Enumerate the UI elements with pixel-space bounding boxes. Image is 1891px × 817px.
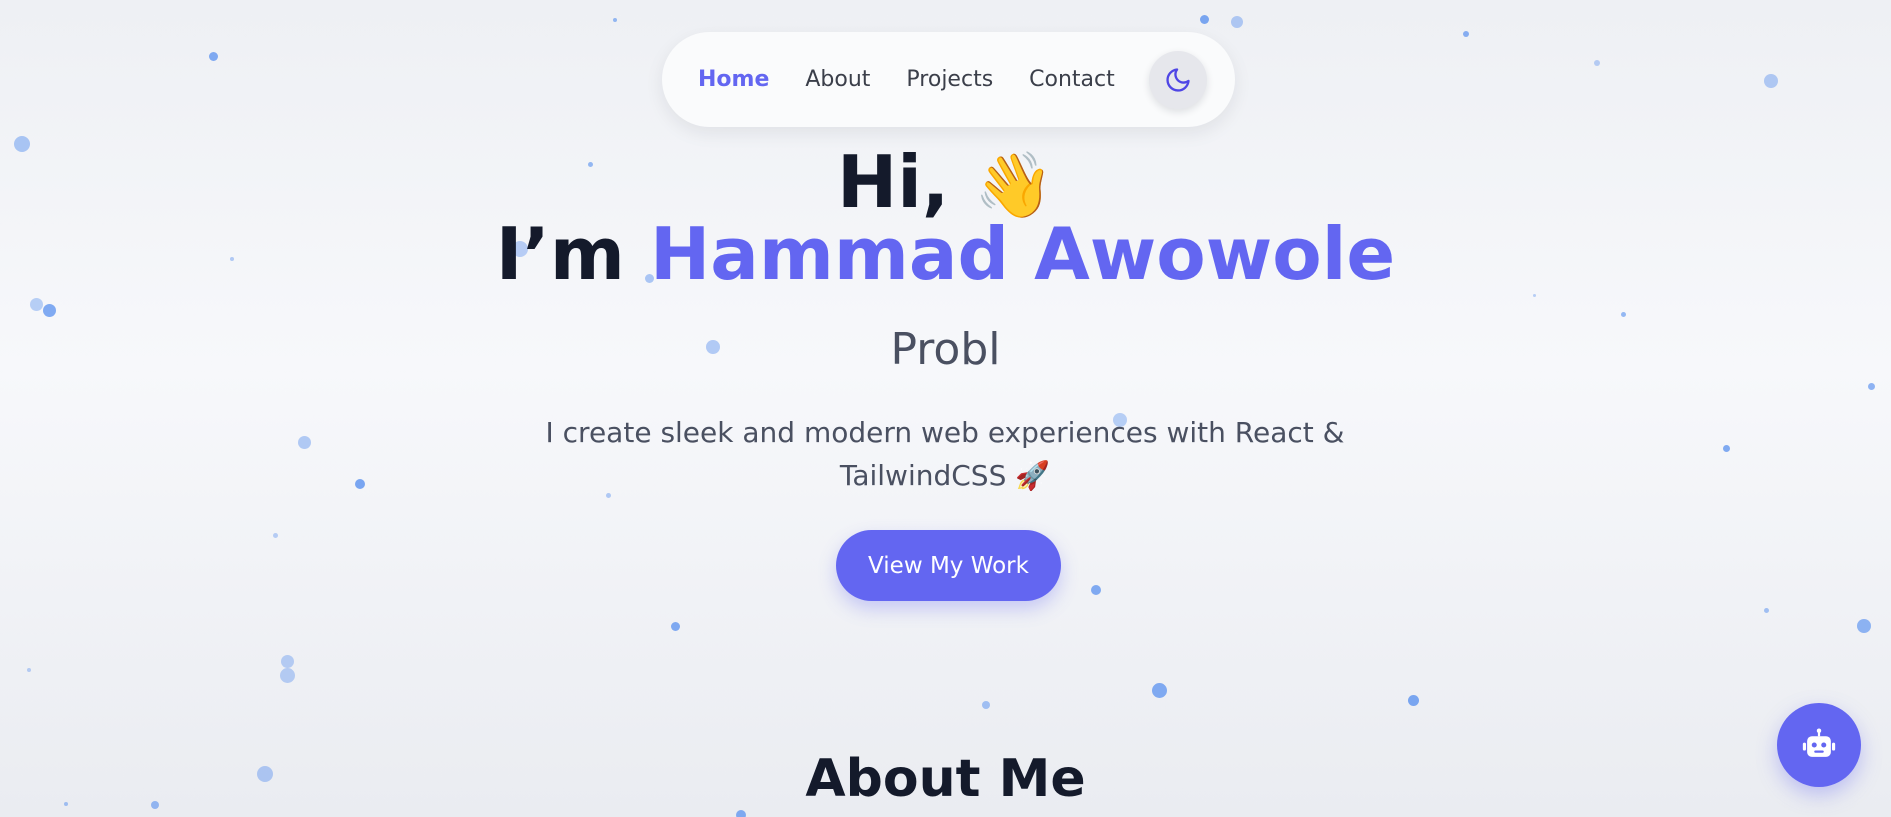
particle-dot	[1620, 311, 1626, 317]
particle-dot	[208, 51, 218, 61]
hero-name: Hammad Awowole	[649, 212, 1396, 296]
particle-dot	[27, 668, 31, 672]
particle-dot	[1763, 607, 1769, 613]
main-nav: Home About Projects Contact	[662, 32, 1235, 127]
nav-link-contact[interactable]: Contact	[1029, 67, 1115, 92]
moon-icon	[1166, 67, 1190, 92]
nav-link-about[interactable]: About	[805, 67, 870, 92]
about-section-heading: About Me	[805, 749, 1086, 809]
particle-dot	[670, 621, 680, 631]
particle-dot	[280, 654, 294, 668]
particle-dot	[613, 18, 617, 22]
typed-role-text: Probl	[890, 324, 1001, 375]
particle-dot	[1867, 382, 1875, 390]
particle-dot	[1151, 682, 1167, 698]
particle-dot	[1463, 31, 1469, 37]
particle-dot	[29, 297, 43, 311]
intro-prefix: I’m	[495, 212, 625, 296]
particle-dot	[1764, 74, 1778, 88]
hero-bio: I create sleek and modern web experience…	[545, 416, 1345, 492]
theme-toggle-button[interactable]	[1148, 50, 1207, 109]
view-my-work-button[interactable]: View My Work	[836, 530, 1061, 601]
particle-dot	[982, 701, 990, 709]
chatbot-button[interactable]	[1777, 703, 1861, 787]
particle-dot	[1594, 60, 1600, 66]
particle-dot	[1091, 585, 1101, 595]
nav-link-home[interactable]: Home	[698, 67, 769, 92]
nav-link-projects[interactable]: Projects	[906, 67, 993, 92]
particle-dot	[355, 479, 365, 489]
particle-dot	[1407, 694, 1419, 706]
particle-dot	[272, 532, 278, 538]
particle-dot	[42, 303, 56, 317]
particle-dot	[1722, 444, 1730, 452]
hero-name-heading: I’m Hammad Awowole	[0, 210, 1891, 298]
particle-dot	[1199, 14, 1209, 24]
particle-dot	[1857, 619, 1871, 633]
particle-dot	[1231, 16, 1243, 28]
particle-dot	[736, 810, 746, 817]
robot-icon	[1802, 728, 1836, 757]
particle-dot	[279, 667, 295, 683]
particle-dot	[297, 435, 311, 449]
